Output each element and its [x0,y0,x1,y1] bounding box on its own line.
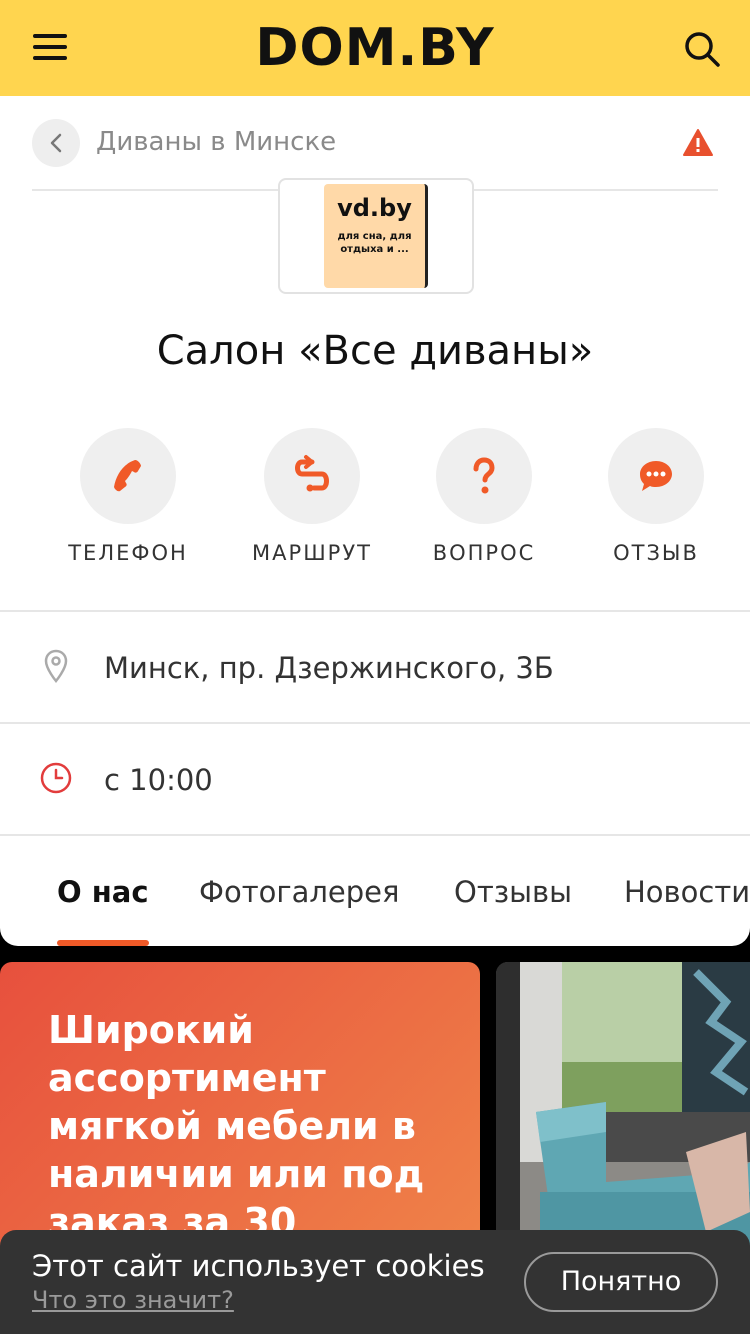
logo-brand: vd.by [337,194,412,222]
action-label: МАРШРУТ [252,541,372,565]
company-logo: vd.by для сна, для отдыха и ... [278,178,474,294]
question-button[interactable]: ВОПРОС [394,428,574,568]
action-label: ТЕЛЕФОН [68,541,188,565]
chevron-left-icon [50,133,62,153]
cookie-accept-button[interactable]: Понятно [524,1252,718,1312]
phone-button[interactable]: ТЕЛЕФОН [38,428,218,568]
review-button[interactable]: ОТЗЫВ [566,428,746,568]
hours-text: с 10:00 [104,763,213,797]
route-button[interactable]: МАРШРУТ [222,428,402,568]
chat-icon [640,461,672,491]
active-tab-indicator [57,940,149,946]
hours-row[interactable]: с 10:00 [0,724,750,834]
question-icon [473,457,495,494]
cookie-info-link[interactable]: Что это значит? [32,1284,234,1316]
address-row[interactable]: Минск, пр. Дзержинского, 3Б [0,612,750,722]
cookie-text: Этот сайт использует cookies [32,1249,485,1283]
tab-gallery[interactable]: Фотогалерея [199,872,399,912]
tab-news[interactable]: Новости [624,872,750,912]
top-header: DOM.BY [0,0,750,96]
address-text: Минск, пр. Дзержинского, 3Б [104,651,554,685]
tab-reviews[interactable]: Отзывы [454,872,572,912]
company-card: Диваны в Минске vd.by для сна, для отдых… [0,96,750,946]
promo-text: Широкий ассортимент мягкой мебели в нали… [48,1008,425,1244]
tab-about[interactable]: О нас [57,872,149,912]
clock-icon [40,762,72,794]
action-label: ОТЗЫВ [613,541,699,565]
breadcrumb-link[interactable]: Диваны в Минске [96,124,336,160]
location-pin-icon [44,649,68,683]
action-label: ВОПРОС [432,541,536,565]
cookie-banner: Этот сайт использует cookies Что это зна… [0,1230,750,1334]
company-logo-image: vd.by для сна, для отдыха и ... [324,184,428,288]
route-icon [295,455,329,492]
company-title: Салон «Все диваны» [156,328,594,374]
site-logo[interactable]: DOM.BY [0,18,750,78]
back-button[interactable] [32,119,80,167]
phone-icon [114,460,141,492]
search-icon[interactable] [683,30,721,68]
warning-icon[interactable] [682,128,714,158]
logo-tagline: для сна, для отдыха и ... [337,231,412,255]
section-tabs: О нас Фотогалерея Отзывы Новости [0,836,750,946]
